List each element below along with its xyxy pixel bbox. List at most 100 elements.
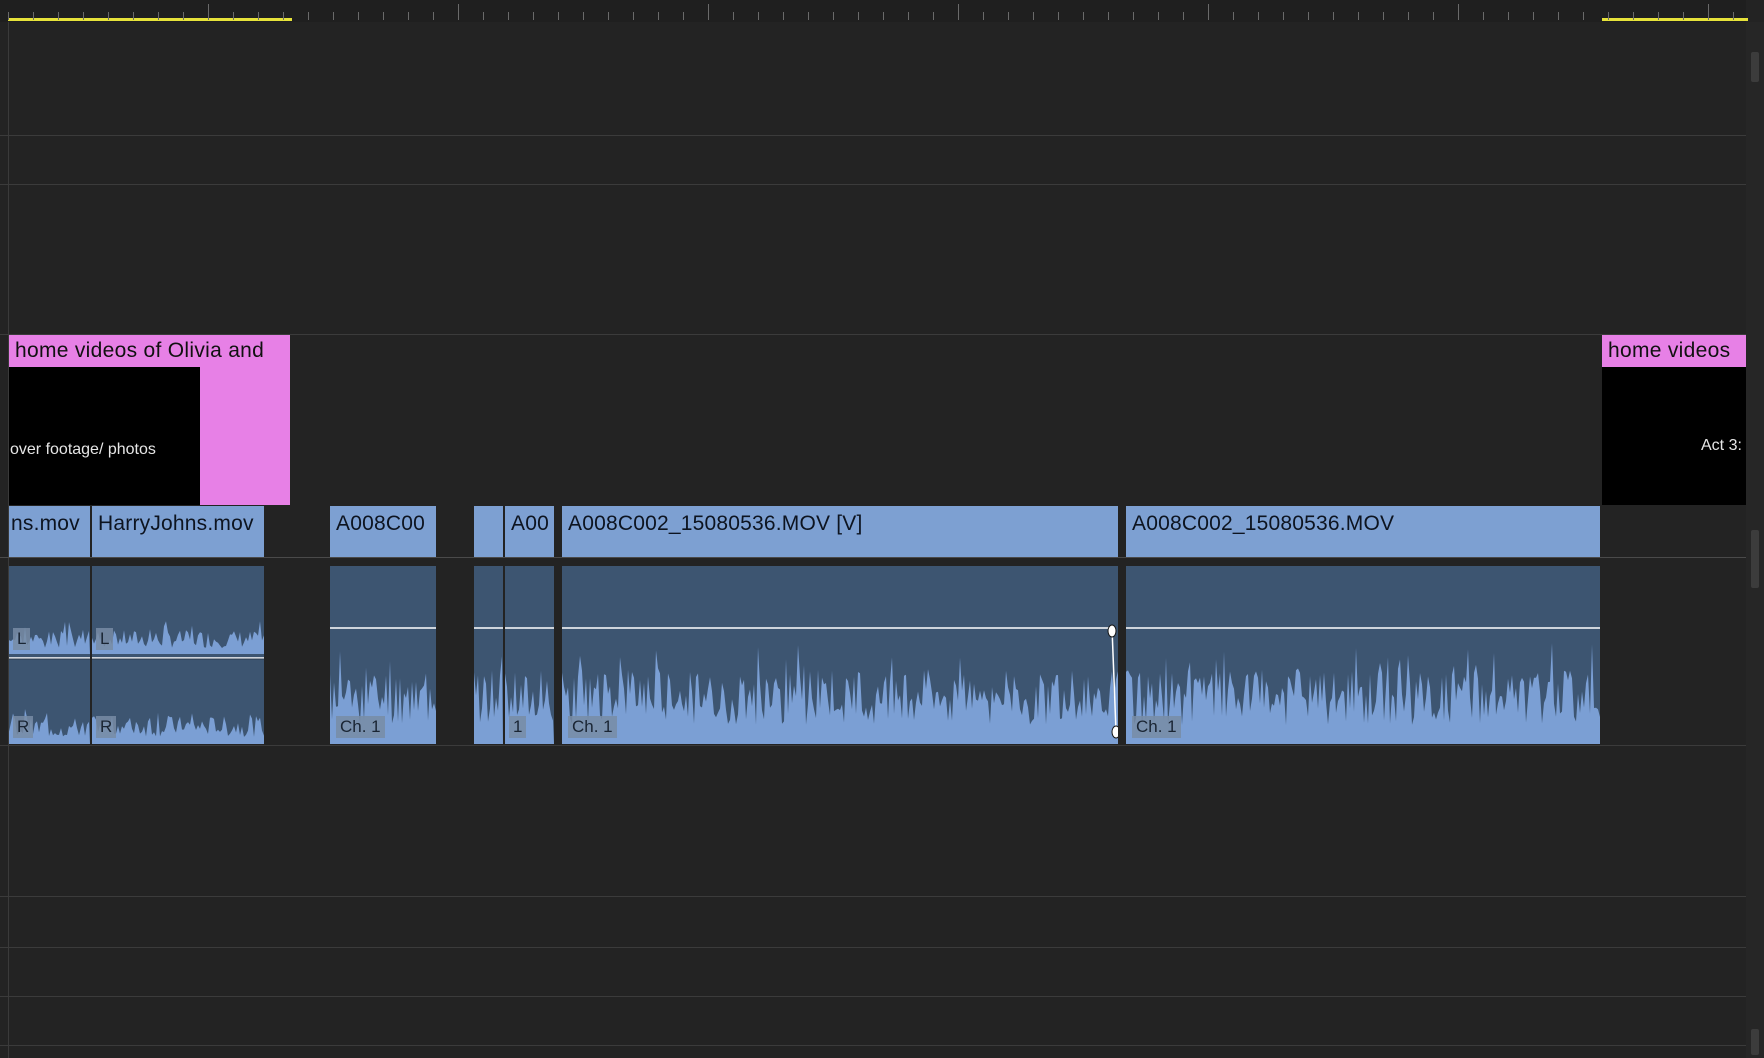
video-clip-name: A008C00	[336, 512, 425, 535]
ruler-tick	[283, 12, 284, 20]
title-clip-preview: Act 3:	[1602, 367, 1748, 505]
video-clip-name: HarryJohns.mov	[98, 512, 254, 535]
ruler-tick	[583, 12, 584, 20]
ruler-tick	[1408, 12, 1409, 20]
ruler-tick	[458, 4, 459, 20]
ruler-tick	[1458, 4, 1459, 20]
ruler-tick	[1158, 12, 1159, 20]
ruler-tick	[858, 12, 859, 20]
ruler-tick	[1233, 12, 1234, 20]
ruler-tick	[1033, 12, 1034, 20]
track-divider	[0, 947, 1746, 948]
ruler-tick	[933, 12, 934, 20]
ruler-tick	[983, 12, 984, 20]
audio-clip[interactable]: Ch. 1	[562, 566, 1118, 744]
ruler-tick	[1008, 12, 1009, 20]
ruler-tick	[708, 4, 709, 20]
waveform-shape	[562, 645, 1118, 744]
ruler-tick	[1208, 4, 1209, 20]
track-divider	[0, 745, 1746, 746]
ruler-tick	[508, 12, 509, 20]
video-clip[interactable]	[474, 506, 503, 557]
keyframe-handle[interactable]	[1107, 624, 1117, 638]
timecode-ruler[interactable]	[0, 0, 1748, 22]
ruler-tick	[33, 12, 34, 20]
ruler-tick	[783, 12, 784, 20]
ruler-tick	[433, 12, 434, 20]
title-clip-text: Act 3:	[1701, 437, 1742, 454]
audio-clip[interactable]: L R	[9, 566, 90, 744]
video-clip[interactable]: A008C00	[330, 506, 436, 557]
audio-channel-label: L	[13, 628, 31, 650]
ruler-tick	[1333, 12, 1334, 20]
audio-clip[interactable]: Ch. 1	[1126, 566, 1600, 744]
ruler-tick	[1183, 12, 1184, 20]
audio-clip[interactable]	[474, 566, 503, 744]
video-clip-name: A008C002_15080536.MOV [V]	[568, 512, 863, 535]
video-clip[interactable]: A008C002_15080536.MOV	[1126, 506, 1600, 557]
vertical-scrollbar[interactable]	[1746, 22, 1764, 1058]
audio-channel-label: L	[96, 628, 114, 650]
ruler-tick	[1708, 4, 1709, 20]
video-clip[interactable]: ns.mov	[9, 506, 90, 557]
ruler-tick	[1383, 12, 1384, 20]
track-divider	[0, 1045, 1746, 1046]
in-point-range-marker[interactable]	[8, 18, 292, 21]
ruler-tick	[1608, 12, 1609, 20]
track-divider	[0, 184, 1746, 185]
scrollbar-thumb[interactable]	[1751, 568, 1759, 588]
video-audio-divider	[0, 557, 1746, 558]
video-clip[interactable]: HarryJohns.mov	[92, 506, 264, 557]
timeline-panel[interactable]: home videos of Olivia and over footage/ …	[0, 0, 1764, 1058]
ruler-tick	[658, 12, 659, 20]
ruler-tick	[833, 12, 834, 20]
ruler-tick	[1533, 12, 1534, 20]
ruler-tick	[108, 12, 109, 20]
scrollbar-thumb[interactable]	[1751, 1029, 1759, 1055]
audio-channel-label: Ch. 1	[336, 716, 385, 738]
video-clip[interactable]: A00	[505, 506, 554, 557]
ruler-tick	[83, 12, 84, 20]
track-divider	[0, 996, 1746, 997]
scrollbar-thumb[interactable]	[1751, 52, 1759, 82]
video-clip[interactable]: A008C002_15080536.MOV [V]	[562, 506, 1118, 557]
audio-waveform	[562, 624, 1118, 744]
ruler-tick	[208, 4, 209, 20]
ruler-tick	[1358, 12, 1359, 20]
ruler-tick	[683, 12, 684, 20]
title-clip-name: home videos	[1602, 335, 1748, 367]
title-clip[interactable]: home videos of Olivia and over footage/ …	[9, 335, 290, 505]
ruler-tick	[733, 12, 734, 20]
ruler-tick	[233, 12, 234, 20]
ruler-tick	[8, 12, 9, 20]
audio-clip[interactable]: Ch. 1	[330, 566, 436, 744]
title-clip[interactable]: home videos Act 3:	[1602, 335, 1748, 505]
ruler-tick	[1633, 12, 1634, 20]
audio-clip[interactable]: L R	[92, 566, 264, 744]
audio-channel-label: Ch. 1	[1132, 716, 1181, 738]
ruler-tick	[883, 12, 884, 20]
title-clip-fill	[200, 367, 290, 505]
ruler-tick	[1258, 12, 1259, 20]
ruler-tick	[58, 12, 59, 20]
ruler-tick	[1108, 12, 1109, 20]
title-clip-text: over footage/ photos	[10, 441, 156, 458]
ruler-tick	[1558, 12, 1559, 20]
ruler-tick	[358, 12, 359, 20]
ruler-tick	[1508, 12, 1509, 20]
audio-channel-label: 1	[509, 716, 527, 738]
ruler-tick	[1658, 12, 1659, 20]
audio-clip[interactable]: 1	[505, 566, 554, 744]
video-clip-name: A00	[511, 512, 549, 535]
track-divider	[0, 896, 1746, 897]
ruler-tick	[1083, 12, 1084, 20]
ruler-tick	[1483, 12, 1484, 20]
out-point-range-marker[interactable]	[1602, 18, 1748, 21]
audio-channel-label: Ch. 1	[568, 716, 617, 738]
audio-channel-label: R	[13, 716, 34, 738]
keyframe-handle[interactable]	[1111, 725, 1118, 739]
ruler-tick	[608, 12, 609, 20]
ruler-tick	[908, 12, 909, 20]
ruler-tick	[1683, 12, 1684, 20]
ruler-tick	[1308, 12, 1309, 20]
